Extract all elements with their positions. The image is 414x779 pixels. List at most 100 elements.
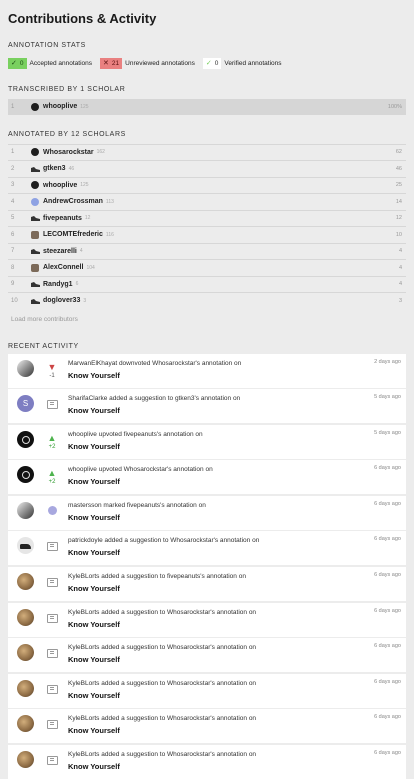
- username-link[interactable]: whooplive: [43, 103, 77, 110]
- user-avatar[interactable]: [17, 680, 34, 697]
- user-avatar[interactable]: [17, 644, 34, 661]
- load-more-link[interactable]: Load more contributors: [8, 313, 406, 327]
- username-link[interactable]: AndrewCrossman: [43, 198, 103, 205]
- contribution-value: 3: [399, 298, 402, 304]
- status-dot-icon: [48, 506, 57, 515]
- avatar: [31, 198, 39, 206]
- thumbs-down-icon: ▼: [42, 362, 62, 372]
- username-link[interactable]: fivepeanuts: [43, 215, 82, 222]
- iq-score: 12: [85, 215, 91, 221]
- transcriber-row[interactable]: 1 whooplive 125 100%: [8, 99, 406, 115]
- song-link[interactable]: Know Yourself: [68, 655, 406, 664]
- user-avatar[interactable]: S: [17, 395, 34, 412]
- activity-item[interactable]: KyleBLorts added a suggestion to Whosaro…: [8, 638, 406, 672]
- x-icon: ✕: [103, 59, 109, 67]
- activity-text: KyleBLorts added a suggestion to Whosaro…: [68, 714, 406, 723]
- timestamp: 6 days ago: [374, 608, 401, 614]
- comment-icon: [47, 756, 58, 765]
- user-avatar[interactable]: [17, 537, 34, 554]
- activity-item[interactable]: KyleBLorts added a suggestion to Whosaro…: [8, 674, 406, 708]
- sneaker-avatar-icon: [31, 248, 40, 254]
- contribution-value: 4: [399, 248, 402, 254]
- annotator-row[interactable]: 8AlexConnell1044: [8, 259, 406, 276]
- song-link[interactable]: Know Yourself: [68, 620, 406, 629]
- rank: 3: [8, 182, 31, 188]
- timestamp: 6 days ago: [374, 750, 401, 756]
- unreviewed-badge: ✕21: [100, 58, 122, 69]
- contribution-value: 10: [396, 232, 402, 238]
- comment-icon: [47, 542, 58, 551]
- user-avatar[interactable]: [17, 360, 34, 377]
- activity-item[interactable]: KyleBLorts added a suggestion to Whosaro…: [8, 603, 406, 637]
- annotator-row[interactable]: 5fivepeanuts1212: [8, 210, 406, 227]
- iq-score: 6: [76, 281, 79, 287]
- activity-item[interactable]: patrickdoyle added a suggestion to Whosa…: [8, 531, 406, 565]
- annotator-row[interactable]: 9 Randyg16 4: [8, 276, 406, 293]
- activity-item[interactable]: ▼-1MarwanElKhayat downvoted Whosarocksta…: [8, 354, 406, 388]
- activity-text: SharifaClarke added a suggestion to gtke…: [68, 394, 406, 403]
- activity-item[interactable]: KyleBLorts added a suggestion to fivepea…: [8, 567, 406, 601]
- song-link[interactable]: Know Yourself: [68, 371, 406, 380]
- user-avatar[interactable]: [17, 609, 34, 626]
- username-link[interactable]: AlexConnell: [43, 264, 83, 271]
- annotator-row[interactable]: 7steezarelli44: [8, 243, 406, 260]
- song-link[interactable]: Know Yourself: [68, 548, 406, 557]
- annotator-row[interactable]: 10doglover3333: [8, 292, 406, 309]
- activity-item[interactable]: S SharifaClarke added a suggestion to gtk…: [8, 389, 406, 423]
- sneaker-avatar-icon: [31, 281, 40, 287]
- activity-item[interactable]: KyleBLorts added a suggestion to Whosaro…: [8, 745, 406, 779]
- user-avatar[interactable]: [17, 751, 34, 768]
- username-link[interactable]: whooplive: [43, 182, 77, 189]
- song-link[interactable]: Know Yourself: [68, 726, 406, 735]
- annotator-row[interactable]: 3whooplive12525: [8, 177, 406, 194]
- activity-text: KyleBLorts added a suggestion to fivepea…: [68, 572, 406, 581]
- annotators-list: 1Whosarockstar162622gtken34646 3 whooplive…: [8, 144, 406, 309]
- timestamp: 6 days ago: [374, 679, 401, 685]
- vote-delta: +2: [42, 444, 62, 450]
- song-link[interactable]: Know Yourself: [68, 762, 406, 771]
- song-link[interactable]: Know Yourself: [68, 513, 406, 522]
- username-link[interactable]: LECOMTEfrederic: [43, 231, 103, 238]
- user-avatar[interactable]: [17, 573, 34, 590]
- unreviewed-count: 21: [112, 60, 119, 67]
- rank: 9: [8, 281, 31, 287]
- contribution-value: 4: [399, 281, 402, 287]
- username-link[interactable]: steezarelli: [43, 248, 77, 255]
- username-link[interactable]: doglover33: [43, 297, 80, 304]
- annotator-row[interactable]: 4AndrewCrossman11314: [8, 193, 406, 210]
- username-link[interactable]: gtken3: [43, 165, 66, 172]
- sneaker-avatar-icon: [31, 215, 40, 221]
- user-avatar[interactable]: [17, 431, 34, 448]
- accepted-count: 0: [20, 60, 24, 67]
- iq-score: 125: [80, 104, 88, 110]
- song-link[interactable]: Know Yourself: [68, 406, 406, 415]
- song-link[interactable]: Know Yourself: [68, 442, 406, 451]
- annotator-row[interactable]: 6LECOMTEfrederic11610: [8, 226, 406, 243]
- activity-item[interactable]: ▲+2whooplive upvoted fivepeanuts's annot…: [8, 425, 406, 459]
- username-link[interactable]: Randyg1: [43, 281, 73, 288]
- user-avatar[interactable]: [17, 466, 34, 483]
- activity-text: mastersson marked fivepeanuts's annotati…: [68, 501, 406, 510]
- unreviewed-label: Unreviewed annotations: [125, 60, 195, 67]
- annotation-stats: ✓0 Accepted annotations ✕21 Unreviewed a…: [8, 56, 406, 70]
- annotator-row[interactable]: 2gtken34646: [8, 160, 406, 177]
- activity-item[interactable]: KyleBLorts added a suggestion to Whosaro…: [8, 709, 406, 743]
- contribution-value: 25: [396, 182, 402, 188]
- song-link[interactable]: Know Yourself: [68, 584, 406, 593]
- user-avatar[interactable]: [17, 715, 34, 732]
- song-link[interactable]: Know Yourself: [68, 691, 406, 700]
- song-link[interactable]: Know Yourself: [68, 477, 406, 486]
- activity-text: patrickdoyle added a suggestion to Whosa…: [68, 536, 406, 545]
- activity-item[interactable]: mastersson marked fivepeanuts's annotati…: [8, 496, 406, 530]
- activity-item[interactable]: ▲+2whooplive upvoted Whosarockstar's ann…: [8, 460, 406, 494]
- username-link[interactable]: Whosarockstar: [43, 149, 94, 156]
- iq-score: 3: [83, 298, 86, 304]
- iq-score: 116: [106, 232, 114, 238]
- avatar: [31, 103, 39, 111]
- annotator-row[interactable]: 1Whosarockstar16262: [8, 144, 406, 161]
- user-avatar[interactable]: [17, 502, 34, 519]
- avatar: [31, 231, 39, 239]
- rank: 10: [8, 298, 31, 304]
- transcribed-heading: TRANSCRIBED BY 1 SCHOLAR: [8, 86, 406, 93]
- iq-score: 104: [86, 265, 94, 271]
